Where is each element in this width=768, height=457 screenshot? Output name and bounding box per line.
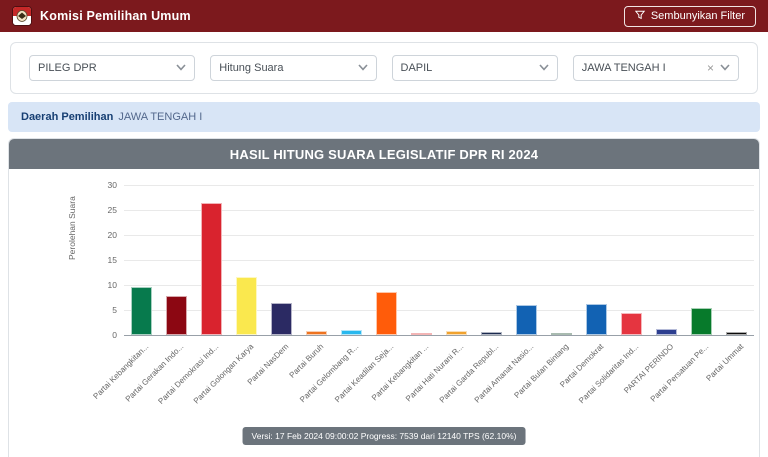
brand: Komisi Pemilihan Umum — [12, 6, 191, 26]
select-election-type[interactable]: PILEG DPR — [29, 55, 195, 81]
app-header: Komisi Pemilihan Umum Sembunyikan Filter — [0, 0, 768, 32]
chevron-down-icon — [539, 62, 549, 74]
select-region[interactable]: JAWA TENGAH I × — [573, 55, 739, 81]
chart-bar[interactable] — [341, 330, 362, 335]
chart-bar[interactable] — [411, 333, 432, 335]
page: Komisi Pemilihan Umum Sembunyikan Filter… — [0, 0, 768, 457]
version-progress-badge: Versi: 17 Feb 2024 09:00:02 Progress: 75… — [243, 427, 526, 445]
y-axis-tick-label: 30 — [91, 180, 117, 190]
select-dapil-value: DAPIL — [401, 62, 539, 74]
select-count-mode-value: Hitung Suara — [219, 62, 357, 74]
select-region-value: JAWA TENGAH I — [582, 62, 707, 74]
chart-bar[interactable] — [551, 333, 572, 335]
select-count-mode[interactable]: Hitung Suara — [210, 55, 376, 81]
chart-title: HASIL HITUNG SUARA LEGISLATIF DPR RI 202… — [230, 147, 538, 162]
y-axis-tick-label: 0 — [91, 330, 117, 340]
y-gridline — [124, 185, 754, 186]
app-title: Komisi Pemilihan Umum — [40, 9, 191, 23]
chevron-down-icon — [720, 62, 730, 74]
chart-bar[interactable] — [131, 287, 152, 335]
y-axis-tick-label: 25 — [91, 205, 117, 215]
chart-bar[interactable] — [691, 308, 712, 335]
chevron-down-icon — [176, 62, 186, 74]
y-axis-tick-label: 5 — [91, 305, 117, 315]
kpu-logo-icon — [12, 6, 32, 26]
hide-filter-label: Sembunyikan Filter — [651, 10, 745, 22]
chevron-down-icon — [358, 62, 368, 74]
clear-selection-icon[interactable]: × — [707, 62, 714, 74]
chart-bar[interactable] — [726, 332, 747, 335]
filter-panel: PILEG DPR Hitung Suara DAPIL JAWA TENGAH… — [10, 42, 758, 94]
daerah-pemilihan-value: JAWA TENGAH I — [118, 111, 202, 123]
chart-bar[interactable] — [586, 304, 607, 335]
chart-bar[interactable] — [621, 313, 642, 335]
hide-filter-button[interactable]: Sembunyikan Filter — [624, 6, 756, 27]
select-election-type-value: PILEG DPR — [38, 62, 176, 74]
filter-funnel-icon — [635, 10, 645, 23]
chart-bar[interactable] — [516, 305, 537, 335]
chart-bar[interactable] — [656, 329, 677, 335]
chart-bar[interactable] — [236, 277, 257, 335]
daerah-pemilihan-banner: Daerah Pemilihan JAWA TENGAH I — [8, 102, 760, 132]
y-axis-tick-label: 15 — [91, 255, 117, 265]
y-axis-tick-label: 20 — [91, 230, 117, 240]
chart-bar[interactable] — [201, 203, 222, 335]
bar-chart: Versi: 17 Feb 2024 09:00:02 Progress: 75… — [9, 169, 759, 457]
select-dapil[interactable]: DAPIL — [392, 55, 558, 81]
chart-bar[interactable] — [376, 292, 397, 335]
chart-bar[interactable] — [481, 332, 502, 335]
results-chart-card: HASIL HITUNG SUARA LEGISLATIF DPR RI 202… — [8, 138, 760, 457]
y-axis-tick-label: 10 — [91, 280, 117, 290]
chart-bar[interactable] — [446, 331, 467, 335]
chart-bar[interactable] — [306, 331, 327, 335]
chart-bar[interactable] — [271, 303, 292, 335]
chart-header: HASIL HITUNG SUARA LEGISLATIF DPR RI 202… — [9, 139, 759, 169]
x-axis-line — [124, 335, 754, 336]
daerah-pemilihan-label: Daerah Pemilihan — [21, 111, 113, 123]
chart-bar[interactable] — [166, 296, 187, 335]
